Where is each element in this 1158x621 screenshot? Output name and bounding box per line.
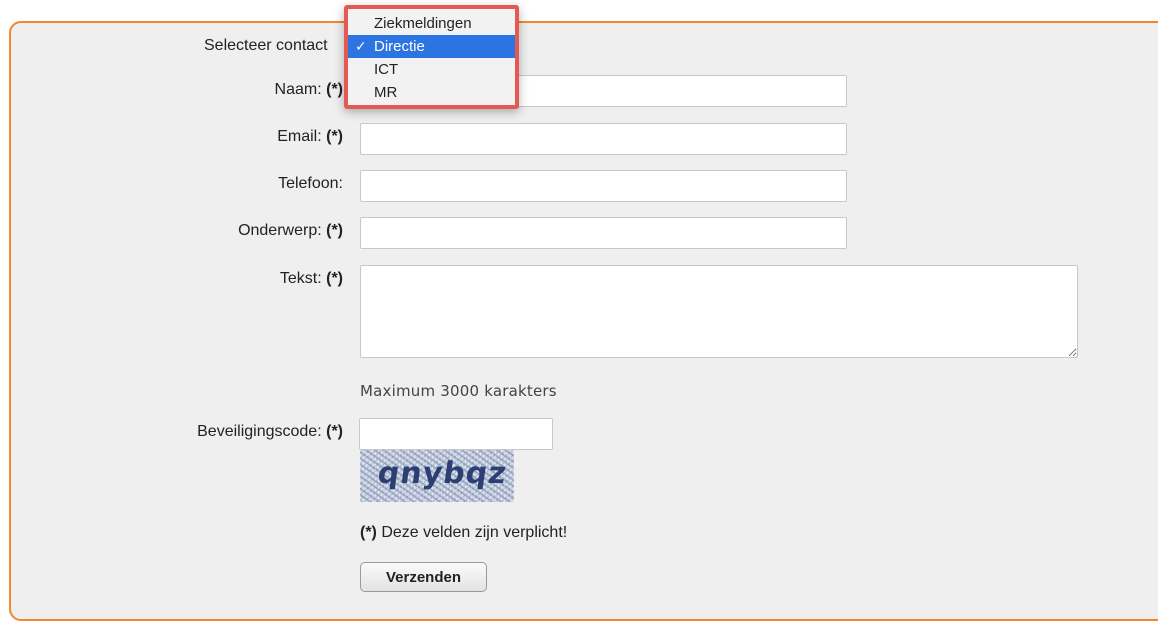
dropdown-option-mr[interactable]: MR — [348, 81, 515, 104]
submit-button[interactable]: Verzenden — [360, 562, 487, 592]
required-marker: (*) — [326, 270, 343, 287]
security-code-label: Beveiligingscode: (*) — [197, 423, 343, 440]
security-code-input[interactable] — [359, 418, 553, 450]
captcha-image: qnybqz — [360, 450, 514, 502]
onderwerp-input[interactable] — [360, 217, 847, 249]
required-fields-note: (*) Deze velden zijn verplicht! — [360, 524, 568, 541]
telefoon-input[interactable] — [360, 170, 847, 202]
contact-select-label: Selecteer contact — [204, 37, 328, 54]
checkmark-icon: ✓ — [355, 38, 367, 54]
onderwerp-label: Onderwerp: (*) — [238, 222, 343, 239]
required-marker: (*) — [360, 524, 377, 541]
dropdown-option-ziekmeldingen[interactable]: Ziekmeldingen — [348, 12, 515, 35]
max-characters-hint: Maximum 3000 karakters — [360, 382, 557, 400]
contact-select-dropdown[interactable]: Ziekmeldingen ✓ Directie ICT MR — [344, 5, 519, 109]
tekst-label: Tekst: (*) — [279, 270, 343, 287]
telefoon-label: Telefoon: — [278, 175, 343, 192]
tekst-textarea[interactable] — [360, 265, 1078, 358]
captcha-text: qnybqz — [375, 456, 510, 491]
email-label: Email: (*) — [277, 128, 343, 145]
naam-label: Naam: (*) — [274, 81, 343, 98]
dropdown-option-directie[interactable]: ✓ Directie — [348, 35, 515, 58]
required-marker: (*) — [326, 128, 343, 145]
required-marker: (*) — [326, 81, 343, 98]
email-input[interactable] — [360, 123, 847, 155]
required-marker: (*) — [326, 222, 343, 239]
dropdown-option-ict[interactable]: ICT — [348, 58, 515, 81]
required-marker: (*) — [326, 423, 343, 440]
